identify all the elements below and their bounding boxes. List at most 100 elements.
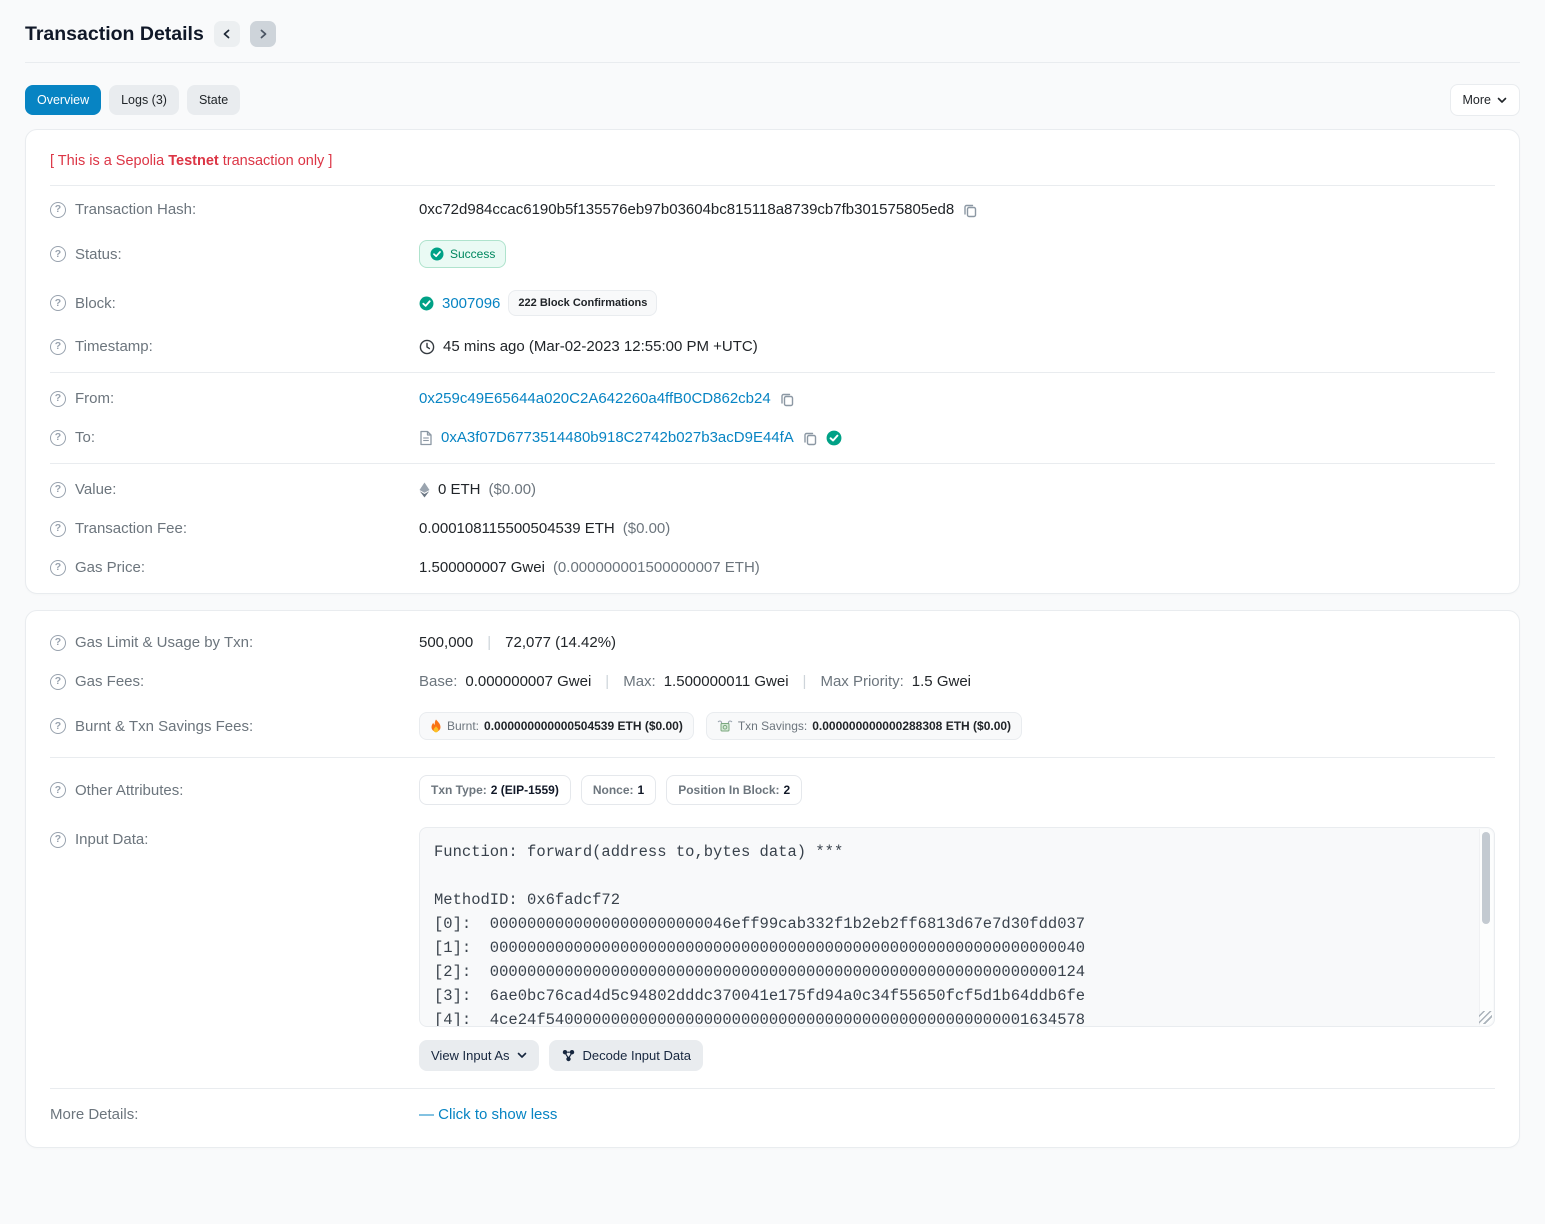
max-fee-label: Max: (623, 673, 656, 690)
click-to-show-less-link[interactable]: — Click to show less (419, 1106, 557, 1123)
gas-price-row: ? Gas Price: 1.500000007 Gwei (0.0000000… (50, 548, 1495, 587)
transaction-fee-usd: ($0.00) (623, 520, 671, 537)
decode-input-data-label: Decode Input Data (583, 1048, 691, 1063)
copy-hash-button[interactable] (962, 202, 978, 218)
separator: | (803, 673, 807, 690)
txn-savings-badge: Txn Savings: 0.000000000000288308 ETH ($… (706, 712, 1022, 740)
position-in-block-badge-value: 2 (784, 783, 791, 797)
gas-price-gwei: 1.500000007 Gwei (419, 559, 545, 576)
input-data-scrollbar[interactable] (1479, 829, 1493, 1025)
nonce-badge-label: Nonce: (593, 783, 634, 797)
base-fee-value: 0.000000007 Gwei (465, 673, 591, 690)
copy-icon (802, 430, 818, 446)
input-data-box[interactable]: Function: forward(address to,bytes data)… (419, 827, 1495, 1027)
max-priority-fee-value: 1.5 Gwei (912, 673, 971, 690)
help-icon[interactable]: ? (50, 339, 66, 355)
scrollbar-thumb[interactable] (1482, 832, 1490, 924)
separator: | (487, 634, 491, 651)
max-priority-fee-label: Max Priority: (820, 673, 903, 690)
divider (50, 463, 1495, 464)
block-row: ? Block: 3007096 222 Block Confirmations (50, 279, 1495, 327)
help-icon[interactable]: ? (50, 482, 66, 498)
input-actions: View Input As Decode Input Data (419, 1040, 1495, 1071)
status-badge: Success (419, 240, 506, 268)
help-icon[interactable]: ? (50, 295, 66, 311)
txn-type-badge-label: Txn Type: (431, 783, 487, 797)
to-row: ? To: 0xA3f07D6773514480b918C2742b027b3a… (50, 418, 1495, 457)
tab-list: Overview Logs (3) State (25, 85, 240, 115)
position-in-block-badge: Position In Block: 2 (666, 775, 802, 805)
next-transaction-button[interactable] (250, 21, 276, 47)
separator: | (605, 673, 609, 690)
timestamp-row: ? Timestamp: 45 mins ago (Mar-02-2023 12… (50, 327, 1495, 366)
help-icon[interactable]: ? (50, 521, 66, 537)
other-attributes-label: Other Attributes: (75, 782, 183, 799)
gas-limit-value: 500,000 (419, 634, 473, 651)
transaction-hash-row: ? Transaction Hash: 0xc72d984ccac6190b5f… (50, 190, 1495, 229)
to-address-link[interactable]: 0xA3f07D6773514480b918C2742b027b3acD9E44… (441, 429, 794, 446)
chevron-left-icon (222, 29, 232, 39)
chevron-right-icon (258, 29, 268, 39)
contract-file-icon (419, 430, 433, 446)
previous-transaction-button[interactable] (214, 21, 240, 47)
block-number-link[interactable]: 3007096 (442, 295, 500, 312)
gas-fees-row: ? Gas Fees: Base: 0.000000007 Gwei | Max… (50, 662, 1495, 701)
view-input-as-button[interactable]: View Input As (419, 1040, 539, 1071)
more-dropdown-button[interactable]: More (1450, 84, 1520, 116)
decode-input-data-button[interactable]: Decode Input Data (549, 1040, 703, 1071)
transaction-details-page: Transaction Details Overview Logs (3) St… (0, 0, 1545, 1148)
help-icon[interactable]: ? (50, 560, 66, 576)
burnt-badge-label: Burnt: (447, 719, 479, 733)
tab-state[interactable]: State (187, 85, 240, 115)
txn-type-badge-value: 2 (EIP-1559) (491, 783, 559, 797)
overview-card: [ This is a Sepolia Testnet transaction … (25, 129, 1520, 594)
transaction-hash-value: 0xc72d984ccac6190b5f135576eb97b03604bc81… (419, 201, 954, 218)
block-confirmations-badge: 222 Block Confirmations (508, 290, 657, 316)
value-label: Value: (75, 481, 116, 498)
testnet-warning-suffix: transaction only ] (219, 153, 333, 169)
value-usd: ($0.00) (489, 481, 537, 498)
testnet-warning: [ This is a Sepolia Testnet transaction … (50, 136, 1495, 186)
help-icon[interactable]: ? (50, 430, 66, 446)
help-icon[interactable]: ? (50, 718, 66, 734)
divider (50, 1088, 1495, 1089)
resize-grip-icon[interactable] (1479, 1011, 1492, 1024)
status-row: ? Status: Success (50, 229, 1495, 279)
help-icon[interactable]: ? (50, 782, 66, 798)
help-icon[interactable]: ? (50, 635, 66, 651)
from-address-link[interactable]: 0x259c49E65644a020C2A642260a4ffB0CD862cb… (419, 390, 771, 407)
copy-icon (779, 391, 795, 407)
input-data-label: Input Data: (75, 831, 148, 848)
burnt-fees-label: Burnt & Txn Savings Fees: (75, 718, 253, 735)
base-fee-label: Base: (419, 673, 457, 690)
divider (50, 757, 1495, 758)
tab-overview[interactable]: Overview (25, 85, 101, 115)
page-title: Transaction Details (25, 23, 204, 46)
transaction-hash-label: Transaction Hash: (75, 201, 196, 218)
check-circle-icon (419, 296, 434, 311)
from-row: ? From: 0x259c49E65644a020C2A642260a4ffB… (50, 379, 1495, 418)
gas-fees-label: Gas Fees: (75, 673, 144, 690)
fire-icon (430, 719, 442, 733)
help-icon[interactable]: ? (50, 832, 66, 848)
gas-price-eth: (0.000000001500000007 ETH) (553, 559, 760, 576)
eth-diamond-icon (419, 482, 430, 498)
view-input-as-label: View Input As (431, 1048, 510, 1063)
help-icon[interactable]: ? (50, 246, 66, 262)
input-data-row: ? Input Data: Function: forward(address … (50, 816, 1495, 1082)
help-icon[interactable]: ? (50, 674, 66, 690)
tab-logs[interactable]: Logs (3) (109, 85, 179, 115)
copy-from-address-button[interactable] (779, 391, 795, 407)
transaction-fee-eth: 0.000108115500504539 ETH (419, 520, 615, 537)
burnt-badge: Burnt: 0.000000000000504539 ETH ($0.00) (419, 712, 694, 740)
help-icon[interactable]: ? (50, 202, 66, 218)
help-icon[interactable]: ? (50, 391, 66, 407)
gas-price-label: Gas Price: (75, 559, 145, 576)
transaction-fee-row: ? Transaction Fee: 0.000108115500504539 … (50, 509, 1495, 548)
txn-savings-badge-label: Txn Savings: (738, 719, 807, 733)
copy-to-address-button[interactable] (802, 430, 818, 446)
burnt-fees-row: ? Burnt & Txn Savings Fees: Burnt: 0.000… (50, 701, 1495, 751)
other-attributes-row: ? Other Attributes: Txn Type: 2 (EIP-155… (50, 764, 1495, 816)
txn-savings-badge-value: 0.000000000000288308 ETH ($0.00) (812, 719, 1011, 733)
chevron-down-icon (517, 1052, 527, 1059)
